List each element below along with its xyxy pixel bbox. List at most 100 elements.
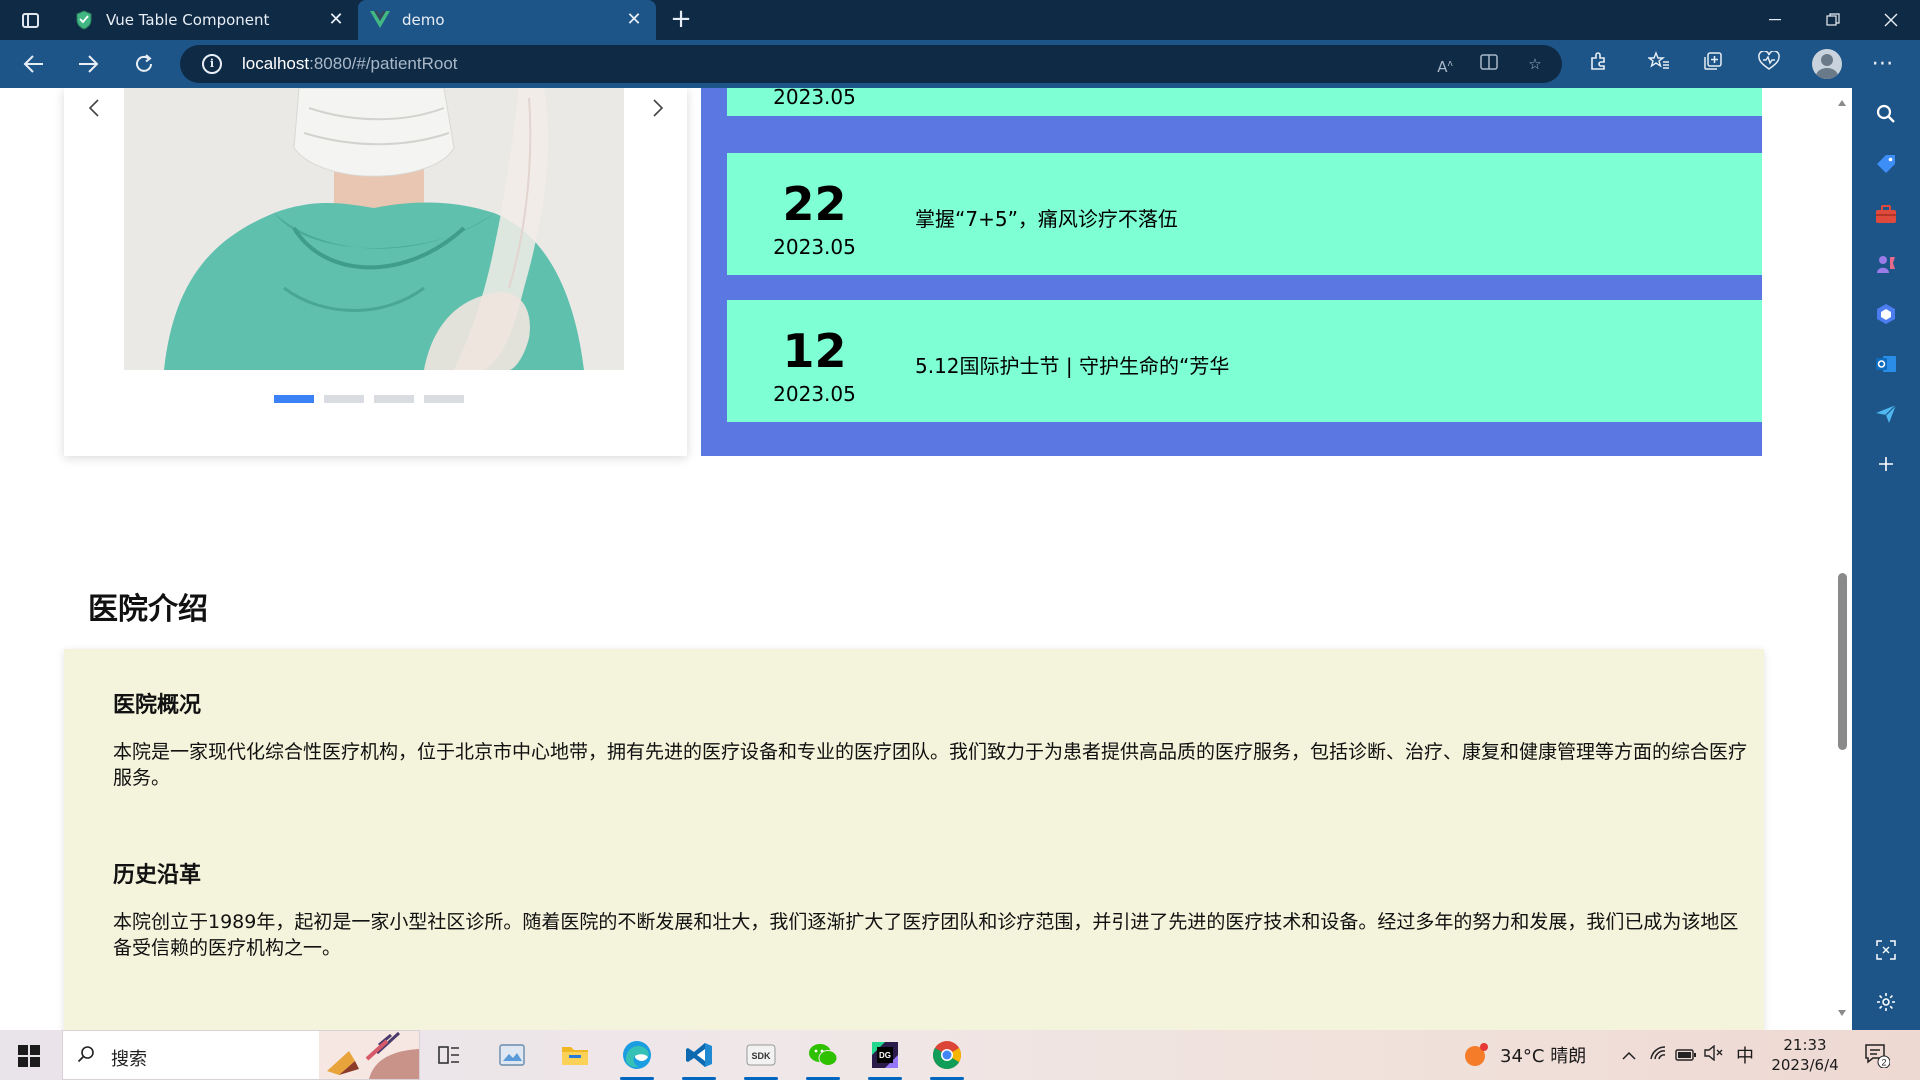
windows-start-icon[interactable] [18,1045,40,1067]
page-scrollbar[interactable] [1832,88,1852,1030]
favorites-icon[interactable] [1646,51,1672,77]
address-bar: i localhost:8080/#/patientRoot Aʌ ☆ ⋯ [0,40,1920,88]
carousel-slide-image [124,88,624,370]
news-day: 12 [782,324,847,378]
tab-title: Vue Table Component [106,11,270,29]
input-method-indicator[interactable]: 中 [1736,1042,1754,1068]
edge-sidebar [1852,88,1920,1030]
vue-favicon-icon [370,10,390,30]
system-tray: 中 [1618,1030,1754,1080]
sdk-app-icon[interactable]: SDK [736,1035,786,1080]
tab-demo[interactable]: demo ✕ [358,0,656,40]
news-title[interactable]: 掌握“7+5”，痛风诊疗不落伍 [915,203,1178,232]
minimize-window-button[interactable] [1746,0,1804,40]
intro-section-body: 本院创立于1989年，起初是一家小型社区诊所。随着医院的不断发展和壮大，我们逐渐… [113,911,1739,959]
image-viewer-icon[interactable] [487,1035,537,1075]
sun-icon [1465,1043,1488,1066]
copilot-icon[interactable] [1874,302,1898,326]
games-icon[interactable] [1874,252,1898,276]
edge-browser-icon[interactable] [612,1035,662,1080]
news-day: 22 [782,177,847,231]
news-item[interactable]: 22 2023.05 掌握“7+5”，痛风诊疗不落伍 [727,153,1762,275]
profile-avatar[interactable] [1812,49,1842,79]
send-icon[interactable] [1874,402,1898,426]
back-arrow-icon[interactable] [18,48,50,80]
search-highlight-illustration [319,1031,419,1079]
section-heading-hospital-intro: 医院介绍 [88,592,208,627]
chrome-icon[interactable] [922,1035,972,1080]
carousel-indicators [274,395,464,403]
add-icon[interactable] [1874,452,1898,476]
news-year-month: 2023.05 [773,88,856,109]
weather-text: 34°C 晴朗 [1500,1046,1587,1067]
battery-icon[interactable] [1672,1045,1700,1066]
page-viewport: 2023.05 22 2023.05 掌握“7+5”，痛风诊疗不落伍 12 20… [0,88,1832,1030]
refresh-icon[interactable] [128,48,160,80]
read-aloud-icon[interactable]: Aʌ [1434,54,1456,76]
settings-gear-icon[interactable] [1874,990,1898,1014]
carousel-prev-icon[interactable] [82,96,106,120]
intro-section-body: 本院是一家现代化综合性医疗机构，位于北京市中心地带，拥有先进的医疗设备和专业的医… [113,741,1748,789]
intro-section-title: 历史沿革 [113,863,202,888]
carousel-next-icon[interactable] [646,96,670,120]
carousel-dot[interactable] [374,395,414,403]
network-icon[interactable] [1644,1045,1672,1066]
task-view-icon[interactable] [424,1035,474,1075]
wechat-icon[interactable] [798,1035,848,1080]
collections-icon[interactable] [1700,51,1726,77]
notification-center-icon[interactable]: 2 [1864,1030,1890,1080]
tab-title: demo [402,11,445,29]
vscode-icon[interactable] [674,1035,724,1080]
scroll-down-arrow-icon[interactable] [1838,1010,1846,1016]
clock-time: 21:33 [1783,1036,1827,1054]
close-window-button[interactable] [1862,0,1920,40]
site-info-icon[interactable]: i [202,54,222,74]
windows-taskbar: 搜索 SDK DG 34°C 晴朗 中 21:33 2023/6/4 2 [0,1030,1920,1080]
shopping-tag-icon[interactable] [1874,152,1898,176]
shield-favicon-icon [74,10,94,30]
show-hidden-icons-icon[interactable] [1618,1045,1640,1066]
news-item[interactable]: 2023.05 [727,88,1762,116]
news-title[interactable]: 5.12国际护士节 | 守护生命的“芳华 [915,350,1229,379]
intro-section-title: 医院概况 [113,693,202,718]
clock-date: 2023/6/4 [1771,1056,1839,1074]
tools-icon[interactable] [1874,202,1898,226]
datagrip-icon[interactable]: DG [860,1035,910,1080]
tab-actions-icon[interactable] [14,8,46,32]
search-icon[interactable] [1874,102,1898,126]
extensions-icon[interactable] [1586,51,1612,77]
svg-text:SDK: SDK [751,1051,771,1061]
svg-text:DG: DG [879,1051,891,1060]
system-clock[interactable]: 21:33 2023/6/4 [1766,1035,1844,1075]
carousel-dot[interactable] [274,395,314,403]
carousel-dot[interactable] [324,395,364,403]
scroll-up-arrow-icon[interactable] [1838,100,1846,106]
taskbar-search-placeholder: 搜索 [111,1049,147,1070]
hospital-intro-card: 医院概况 本院是一家现代化综合性医疗机构，位于北京市中心地带，拥有先进的医疗设备… [64,649,1764,1030]
split-screen-icon[interactable] [1478,54,1500,74]
screenshot-icon[interactable] [1874,938,1898,962]
add-favorite-icon[interactable]: ☆ [1524,54,1546,74]
tab-vue-table-component[interactable]: Vue Table Component ✕ [62,0,358,40]
news-item[interactable]: 12 2023.05 5.12国际护士节 | 守护生命的“芳华 [727,300,1762,422]
close-tab-icon[interactable]: ✕ [326,10,346,30]
forward-arrow-icon[interactable] [72,48,104,80]
notification-count: 2 [1881,1058,1886,1068]
close-tab-icon[interactable]: ✕ [624,10,644,30]
scrollbar-thumb[interactable] [1838,573,1847,750]
taskbar-search-box[interactable]: 搜索 [62,1030,420,1080]
file-explorer-icon[interactable] [550,1035,600,1075]
weather-widget[interactable]: 34°C 晴朗 [1462,1030,1586,1080]
carousel-card [64,88,687,456]
new-tab-button[interactable]: + [666,5,696,35]
carousel-dot[interactable] [424,395,464,403]
url-text[interactable]: localhost:8080/#/patientRoot [242,54,458,74]
browser-tab-bar: Vue Table Component ✕ demo ✕ + [0,0,1920,40]
browser-essentials-icon[interactable] [1756,50,1782,77]
news-year-month: 2023.05 [773,382,856,406]
restore-window-button[interactable] [1804,0,1862,40]
url-field[interactable]: i localhost:8080/#/patientRoot Aʌ ☆ [180,45,1562,83]
more-options-icon[interactable]: ⋯ [1870,51,1896,77]
outlook-icon[interactable] [1874,352,1898,376]
volume-muted-icon[interactable] [1700,1044,1728,1066]
